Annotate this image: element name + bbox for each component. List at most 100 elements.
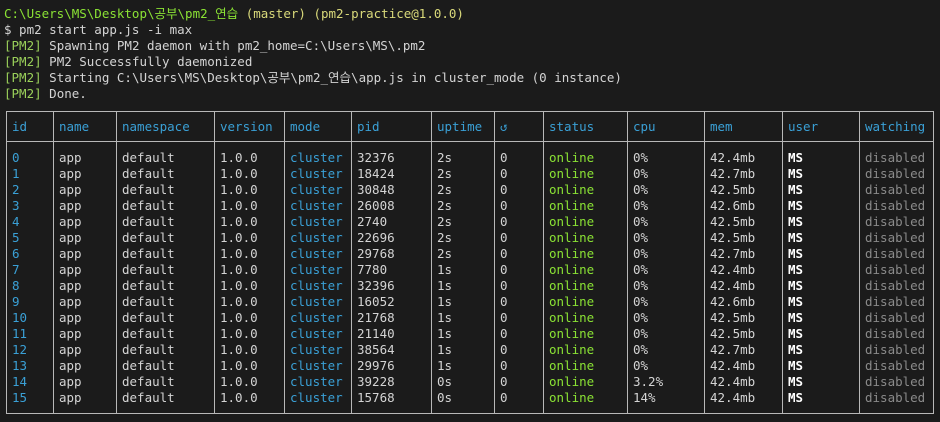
cell-user: MS xyxy=(788,310,804,325)
column-divider xyxy=(214,112,215,414)
cell-status: online xyxy=(549,358,595,373)
cell-user: MS xyxy=(788,150,804,165)
cell-cpu: 0% xyxy=(633,150,649,165)
cell-cpu: 0% xyxy=(633,358,649,373)
column-divider xyxy=(116,112,117,414)
table-row: 9 app default 1.0.0 cluster 16052 1s 0 online 0% 4… xyxy=(7,294,933,310)
cell-mode: cluster xyxy=(290,262,343,277)
log-line: [PM2] PM2 Successfully daemonized xyxy=(4,54,252,70)
cell-namespace: default xyxy=(122,390,175,405)
cell-namespace: default xyxy=(122,310,175,325)
table-row: 2 app default 1.0.0 cluster 30848 2s 0 online 0% 4… xyxy=(7,182,933,198)
cell-user: MS xyxy=(788,246,804,261)
cell-pid: 21140 xyxy=(357,326,395,341)
cell-mode: cluster xyxy=(290,278,343,293)
cell-namespace: default xyxy=(122,246,175,261)
header-version: version xyxy=(220,119,273,134)
header-mem: mem xyxy=(710,119,733,134)
cell-namespace: default xyxy=(122,358,175,373)
cell-pid: 21768 xyxy=(357,310,395,325)
log-text: Done. xyxy=(41,86,87,101)
cell-restart: 0 xyxy=(500,230,508,245)
cell-name: app xyxy=(59,358,82,373)
cell-watching: disabled xyxy=(865,294,926,309)
cell-status: online xyxy=(549,342,595,357)
cell-watching: disabled xyxy=(865,230,926,245)
cell-user: MS xyxy=(788,166,804,181)
cell-cpu: 3.2% xyxy=(633,374,664,389)
cell-mode: cluster xyxy=(290,150,343,165)
cell-status: online xyxy=(549,294,595,309)
column-divider xyxy=(53,112,54,414)
column-divider xyxy=(284,112,285,414)
cell-status: online xyxy=(549,278,595,293)
cell-watching: disabled xyxy=(865,262,926,277)
cell-watching: disabled xyxy=(865,166,926,181)
column-divider xyxy=(627,112,628,414)
prompt-path: C:\Users\MS\Desktop\공부\pm2_연습 xyxy=(4,6,239,21)
log-tag: [PM2] xyxy=(4,86,42,101)
column-divider xyxy=(351,112,352,414)
table-row: 12 app default 1.0.0 cluster 38564 1s 0 online 0%… xyxy=(7,342,933,358)
cell-mode: cluster xyxy=(290,310,343,325)
cell-id: 3 xyxy=(12,198,20,213)
cell-id: 2 xyxy=(12,182,20,197)
header-id: id xyxy=(12,119,28,134)
prompt-line: C:\Users\MS\Desktop\공부\pm2_연습 (master) (… xyxy=(4,6,464,22)
cell-id: 9 xyxy=(12,294,20,309)
cell-name: app xyxy=(59,374,82,389)
cell-id: 5 xyxy=(12,230,20,245)
cell-id: 12 xyxy=(12,342,28,357)
cell-namespace: default xyxy=(122,262,175,277)
cell-user: MS xyxy=(788,358,804,373)
cell-name: app xyxy=(59,150,82,165)
header-mode: mode xyxy=(290,119,321,134)
cell-uptime: 2s xyxy=(437,214,453,229)
cell-uptime: 2s xyxy=(437,166,453,181)
cell-id: 0 xyxy=(12,150,20,165)
cell-pid: 29976 xyxy=(357,358,395,373)
log-text: PM2 Successfully daemonized xyxy=(41,54,253,69)
cell-status: online xyxy=(549,214,595,229)
column-divider xyxy=(543,112,544,414)
terminal-window[interactable]: C:\Users\MS\Desktop\공부\pm2_연습 (master) (… xyxy=(0,0,940,422)
log-line: [PM2] Done. xyxy=(4,86,87,102)
table-row: 4 app default 1.0.0 cluster 2740 2s 0 online 0% 42… xyxy=(7,214,933,230)
cell-cpu: 0% xyxy=(633,278,649,293)
cell-version: 1.0.0 xyxy=(220,374,258,389)
cell-status: online xyxy=(549,166,595,181)
header-status: status xyxy=(549,119,595,134)
cell-watching: disabled xyxy=(865,278,926,293)
cell-mem: 42.5mb xyxy=(710,326,756,341)
cell-pid: 2740 xyxy=(357,214,388,229)
cell-mem: 42.4mb xyxy=(710,374,756,389)
cell-version: 1.0.0 xyxy=(220,150,258,165)
cell-uptime: 1s xyxy=(437,262,453,277)
cell-watching: disabled xyxy=(865,390,926,405)
log-tag: [PM2] xyxy=(4,38,42,53)
cell-cpu: 0% xyxy=(633,310,649,325)
cell-id: 11 xyxy=(12,326,28,341)
cell-restart: 0 xyxy=(500,390,508,405)
cell-mode: cluster xyxy=(290,198,343,213)
cell-watching: disabled xyxy=(865,310,926,325)
cell-restart: 0 xyxy=(500,214,508,229)
cell-version: 1.0.0 xyxy=(220,246,258,261)
cell-id: 1 xyxy=(12,166,20,181)
log-text: Starting C:\Users\MS\Desktop\공부\pm2_연습\a… xyxy=(41,70,622,85)
cell-name: app xyxy=(59,214,82,229)
cell-mode: cluster xyxy=(290,390,343,405)
table-row: 15 app default 1.0.0 cluster 15768 0s 0 online 14… xyxy=(7,390,933,406)
cell-pid: 22696 xyxy=(357,230,395,245)
cell-name: app xyxy=(59,166,82,181)
cell-user: MS xyxy=(788,230,804,245)
command-line: $ pm2 start app.js -i max xyxy=(4,22,193,37)
cell-restart: 0 xyxy=(500,342,508,357)
cell-mode: cluster xyxy=(290,182,343,197)
column-divider xyxy=(782,112,783,414)
cell-version: 1.0.0 xyxy=(220,278,258,293)
cell-watching: disabled xyxy=(865,198,926,213)
cell-user: MS xyxy=(788,278,804,293)
cell-uptime: 2s xyxy=(437,230,453,245)
cell-cpu: 0% xyxy=(633,182,649,197)
